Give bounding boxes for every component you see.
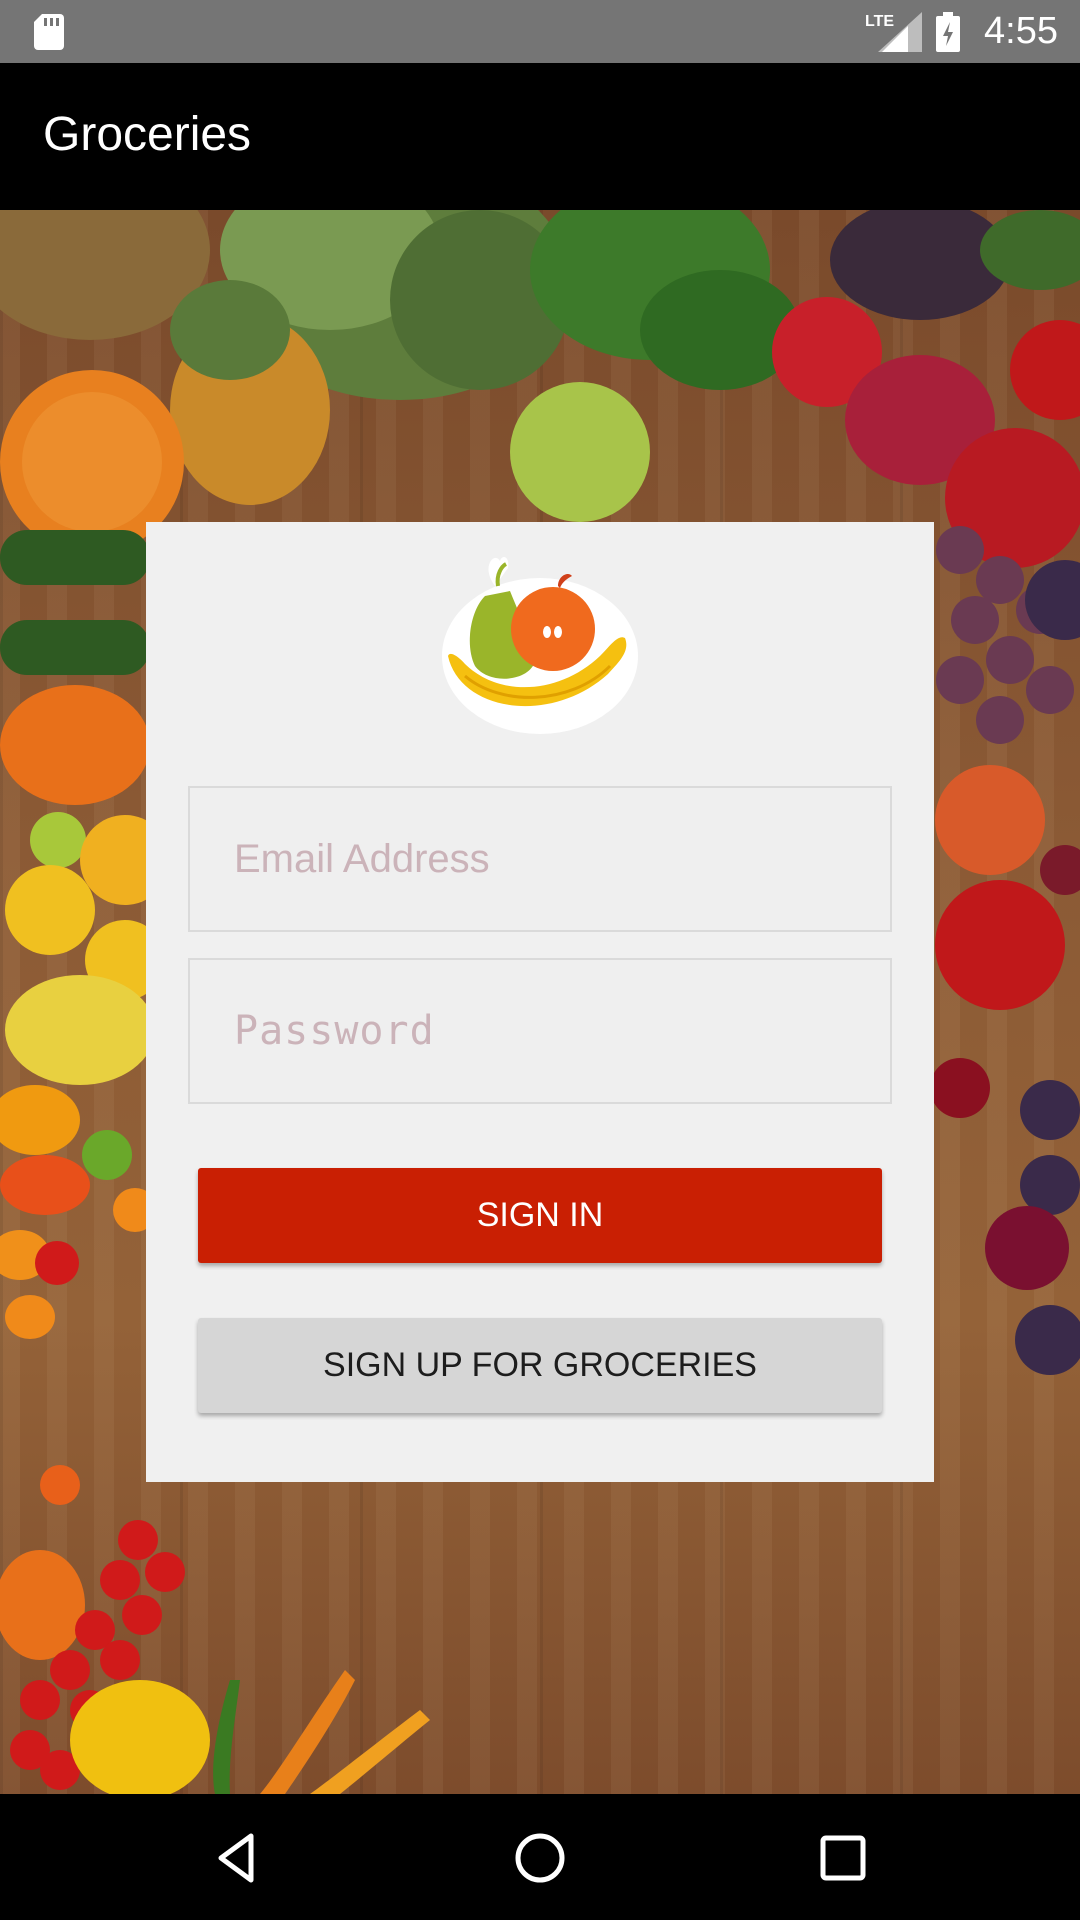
status-bar: LTE 4:55 [0,0,1080,63]
network-type-label: LTE [865,12,895,30]
email-placeholder: Email Address [234,836,490,881]
navigation-bar [0,1794,1080,1920]
fruit-logo-icon [442,556,638,734]
password-placeholder: Password [234,1008,435,1054]
sd-card-icon [34,14,64,50]
page-title: Groceries [43,108,252,161]
sign-up-button[interactable]: SIGN UP FOR GROCERIES [198,1318,882,1413]
app-bar: Groceries [0,63,1080,210]
back-icon[interactable] [207,1828,267,1888]
email-field[interactable]: Email Address [188,786,892,932]
login-card: Email Address Password SIGN IN SIGN UP F… [146,522,934,1482]
clock: 4:55 [984,10,1058,52]
battery-charging-icon [936,11,961,52]
home-icon[interactable] [510,1828,570,1888]
recents-icon[interactable] [813,1828,873,1888]
password-field[interactable]: Password [188,958,892,1104]
sign-in-button[interactable]: SIGN IN [198,1168,882,1263]
